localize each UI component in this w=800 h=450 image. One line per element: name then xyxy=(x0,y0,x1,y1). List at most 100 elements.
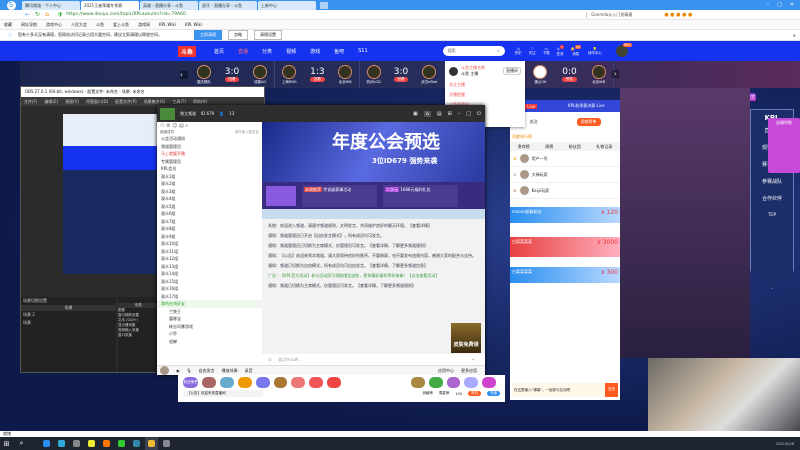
browser-tab[interactable]: 上新中心 xyxy=(258,1,316,10)
nav-home[interactable]: 首页 xyxy=(214,48,224,55)
member-header[interactable]: 频道成员 xyxy=(160,130,174,135)
refresh-icon[interactable]: ↻ xyxy=(35,11,40,18)
nav-category[interactable]: 分类 xyxy=(262,48,272,55)
nav-yuba[interactable]: 鱼吧 xyxy=(334,48,344,55)
match-status[interactable]: 回看 xyxy=(393,77,409,82)
taskbar-app-6[interactable] xyxy=(130,437,143,450)
gift-item[interactable] xyxy=(202,377,217,388)
member-group[interactable]: 频道管理员 xyxy=(157,143,262,151)
bookmark[interactable]: 收藏 xyxy=(4,22,12,28)
obs-preview[interactable] xyxy=(63,114,163,274)
taskbar-app-4[interactable] xyxy=(100,437,113,450)
obs-scene-item[interactable]: 场景 2 xyxy=(21,311,116,319)
obs-menu-item[interactable]: 工具(T) xyxy=(172,99,186,105)
member-group[interactable]: 观众9组 xyxy=(157,233,262,241)
giftbar-stat[interactable]: 贡献榜 xyxy=(422,391,433,396)
next-arrow-icon[interactable]: › xyxy=(612,70,619,78)
kpl-teams[interactable]: 参赛战队 xyxy=(751,173,793,190)
online-user[interactable]: 露娜宝 xyxy=(157,315,262,323)
follow-button[interactable]: 关注 xyxy=(530,119,538,125)
danmu-input[interactable]: 在这里输入“弹幕”，一起参与互动吧 xyxy=(512,386,605,395)
rank-tab[interactable]: 礼物记录 xyxy=(596,144,612,150)
obs-menu-item[interactable]: 配置文件(P) xyxy=(115,99,137,105)
back-icon[interactable]: ← xyxy=(25,11,30,18)
gift-item[interactable] xyxy=(446,377,461,388)
speaker-icon[interactable]: ◉ xyxy=(176,368,180,373)
gift-item[interactable] xyxy=(273,377,288,388)
rank-row[interactable]: ♛ Kaiyi玩家 xyxy=(510,183,620,199)
member-group[interactable]: 观众6组 xyxy=(157,210,262,218)
member-group[interactable]: KPL会员 xyxy=(157,165,262,173)
site-search-input[interactable]: 搜索 ⌕ xyxy=(442,46,505,56)
bookmark[interactable]: 爱上斗鱼 xyxy=(113,22,129,28)
music-button[interactable]: 播放伴奏 xyxy=(222,368,238,374)
minimize-button[interactable]: – xyxy=(458,111,461,117)
bookmark[interactable]: 斗鱼 xyxy=(96,22,104,28)
obs-menu-item[interactable]: 文件(F) xyxy=(24,99,37,105)
event-banner[interactable]: 年度公会预选 3位ID679 强势来袭 xyxy=(262,122,485,182)
home-icon[interactable]: ⌂ xyxy=(45,11,49,18)
extension-icons[interactable]: ● ● ● ● ● xyxy=(664,12,692,18)
member-group[interactable]: 观众13组 xyxy=(157,263,262,271)
close-button[interactable]: ✕ xyxy=(790,2,794,8)
nav-video[interactable]: 视频 xyxy=(286,48,296,55)
match-card[interactable]: 佛山GK 0:0 预告 北京WB xyxy=(526,61,614,88)
obs-menu-item[interactable]: 停靠窗口(D) xyxy=(86,99,108,105)
gift-item[interactable] xyxy=(410,377,425,388)
new-tab-button[interactable] xyxy=(320,1,328,9)
obs-menu-item[interactable]: 视图(V) xyxy=(65,99,79,105)
member-group[interactable]: 观众12组 xyxy=(157,255,262,263)
gift-item[interactable] xyxy=(482,377,496,388)
browser-tab[interactable]: 英雄 - 直播分享 - 斗鱼 xyxy=(140,1,198,10)
emoji-icon[interactable]: ☺ xyxy=(268,357,272,362)
mic-icon[interactable]: 🎙 xyxy=(187,368,192,373)
gamepad-icon[interactable]: ⊞ xyxy=(448,111,452,117)
search-icon[interactable]: ⌕ xyxy=(15,437,28,450)
send-button[interactable]: 发送 xyxy=(605,383,618,397)
prev-arrow-icon[interactable]: ‹ xyxy=(180,70,188,79)
obs-scene-item[interactable]: 场景 xyxy=(21,319,116,327)
close-notice-icon[interactable]: ✕ xyxy=(793,33,796,38)
dropdown-item[interactable]: 开播提醒 xyxy=(449,92,521,98)
avatar[interactable]: 99+ xyxy=(615,43,633,57)
taskbar-app-5[interactable] xyxy=(115,437,128,450)
video-player[interactable] xyxy=(620,88,750,358)
member-group[interactable]: 观众3组 xyxy=(157,188,262,196)
taskbar-app-2[interactable] xyxy=(70,437,83,450)
rank-tab[interactable]: 周榜 xyxy=(545,144,553,150)
taskbar-app-3[interactable] xyxy=(85,437,98,450)
obs-menu-item[interactable]: 编辑(E) xyxy=(44,99,58,105)
chat-input[interactable]: 说点什么吧... xyxy=(278,357,471,363)
gift-item[interactable] xyxy=(220,377,234,388)
clean-settings-button[interactable]: 清理设置 xyxy=(254,30,282,40)
creator-button[interactable]: 💡 创作中心 xyxy=(588,47,602,56)
online-user[interactable]: 兰陵王 xyxy=(157,308,262,316)
gift-promo-panel[interactable]: 送福利啦 xyxy=(768,118,800,173)
backpack-button[interactable]: 背包 xyxy=(468,391,481,396)
match-card[interactable]: 杭州LGD 3:0 回看 武汉eStar xyxy=(360,61,445,88)
live-tab[interactable]: KPL秋季赛决赛 Live xyxy=(568,103,605,109)
taskbar-app-7[interactable] xyxy=(145,437,158,450)
clean-now-button[interactable]: 立即清理 xyxy=(194,30,222,40)
bookmark[interactable]: 游戏网 xyxy=(138,22,150,28)
record-button[interactable]: 录音 xyxy=(245,368,253,374)
grid-icon[interactable]: ▤ xyxy=(437,111,442,117)
start-icon[interactable]: ⊞ xyxy=(0,437,13,450)
follow-button[interactable]: ♡ 关注 xyxy=(529,47,536,56)
gift-item[interactable] xyxy=(237,377,252,388)
fan-honor-gift[interactable]: 粉丝荣誉 xyxy=(183,377,199,388)
member-group[interactable]: 专属管理员 xyxy=(157,158,262,166)
gift-item[interactable] xyxy=(255,377,270,388)
live-tab[interactable]: Live xyxy=(525,103,538,109)
browser-tab[interactable]: 腾讯频道 - 个人中心 xyxy=(22,1,80,10)
obs-source-item[interactable]: 窗口采集 xyxy=(118,333,158,338)
nav-s11[interactable]: S11 xyxy=(358,48,368,54)
online-section-header[interactable]: 我的在线好友 xyxy=(157,300,262,308)
enter-room-button[interactable]: 直播间 xyxy=(503,67,521,75)
message-button[interactable]: 🔔99 消息 xyxy=(571,45,581,56)
bookmark[interactable]: KPL Wiki xyxy=(159,22,176,27)
member-group[interactable]: 观众16组 xyxy=(157,285,262,293)
member-group[interactable]: 观众4组 xyxy=(157,195,262,203)
match-status[interactable]: 预告 xyxy=(562,77,577,82)
taskbar-app-1[interactable] xyxy=(55,437,68,450)
